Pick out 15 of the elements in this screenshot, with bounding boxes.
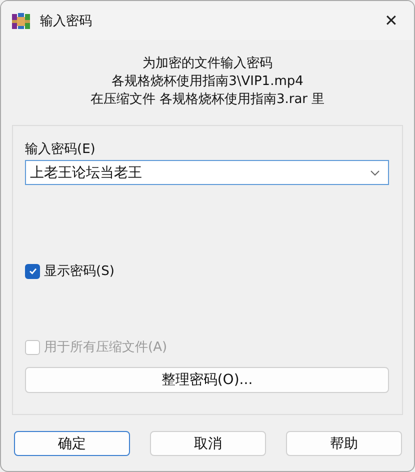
checkbox[interactable]: 显示密码(S)	[25, 259, 114, 283]
checkmark-icon	[28, 266, 38, 276]
message-text: 各规格烧杯使用指南3\VIP1.mp4	[110, 73, 304, 91]
dialog-button[interactable]: 取消	[150, 431, 266, 456]
password-field[interactable]: 上老王论坛当老王	[25, 160, 389, 185]
field-label: 输入密码(E)	[25, 141, 96, 159]
dialog-button[interactable]: 确定	[14, 431, 130, 456]
message-text: 在压缩文件 各规格烧杯使用指南3.rar 里	[89, 91, 326, 109]
window-title: 输入密码	[40, 12, 93, 30]
organize-passwords-button[interactable]: 整理密码(O)...	[25, 367, 389, 393]
dialog-button[interactable]: 帮助	[286, 431, 402, 456]
chevron-down-icon	[370, 170, 380, 176]
close-button[interactable]: ✕	[368, 1, 414, 40]
books-icon	[11, 10, 31, 30]
message-text: 为加密的文件输入密码	[142, 55, 274, 73]
